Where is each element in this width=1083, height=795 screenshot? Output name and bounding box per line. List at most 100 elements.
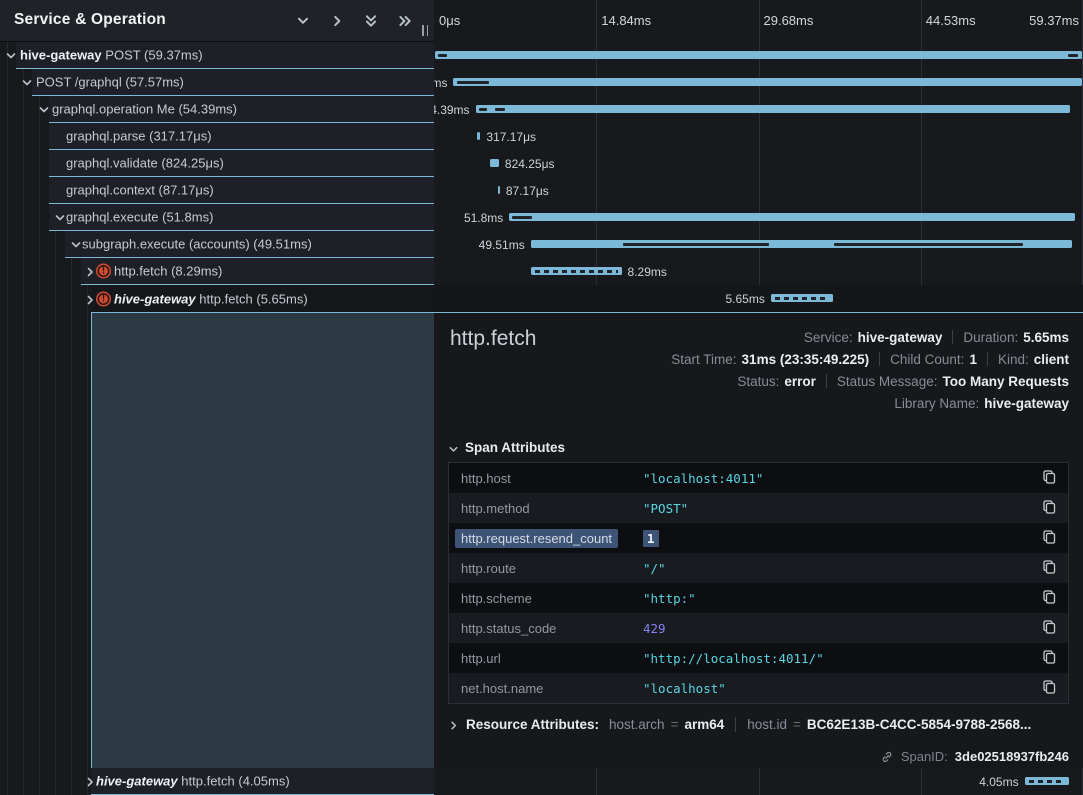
copy-icon[interactable] xyxy=(1040,679,1058,697)
meta-line: Status:errorStatus Message:Too Many Requ… xyxy=(671,370,1069,392)
child-span-mark xyxy=(623,243,769,246)
divider xyxy=(826,374,827,388)
copy-icon[interactable] xyxy=(1040,649,1058,667)
chevron-down-icon xyxy=(448,442,459,453)
meta-label: Kind: xyxy=(998,352,1029,367)
double-chevron-down-icon[interactable] xyxy=(364,14,378,28)
copy-icon[interactable] xyxy=(1040,559,1058,577)
child-span-mark xyxy=(1068,54,1078,57)
copy-icon[interactable] xyxy=(1040,469,1058,487)
copy-icon[interactable] xyxy=(1040,499,1058,517)
chevron-right-icon[interactable] xyxy=(84,265,96,277)
span-bar[interactable] xyxy=(498,186,500,194)
span-bar[interactable] xyxy=(477,132,481,140)
tree-row[interactable]: hive-gateway http.fetch (4.05ms) xyxy=(91,768,434,795)
timeline-row[interactable]: 59.37ms xyxy=(434,42,1083,69)
attribute-value-text: "localhost:4011" xyxy=(643,471,763,486)
tree-row[interactable]: graphql.validate (824.25μs) xyxy=(49,150,434,177)
child-span-mark xyxy=(479,108,488,111)
span-bar[interactable] xyxy=(476,105,1070,113)
chevron-down-icon[interactable] xyxy=(296,14,310,28)
chevron-down-icon[interactable] xyxy=(21,76,33,88)
timeline-row[interactable]: 317.17μs xyxy=(434,123,1083,150)
resource-key: host.id xyxy=(747,717,787,732)
duration-label: 4.05ms xyxy=(979,775,1018,789)
attribute-value: 429 xyxy=(643,621,1040,636)
chevron-down-icon[interactable] xyxy=(38,103,50,115)
timeline-row[interactable]: 824.25μs xyxy=(434,150,1083,177)
timeline-row[interactable]: 51.8ms xyxy=(434,204,1083,231)
span-bar[interactable] xyxy=(531,240,1072,248)
span-attributes-header[interactable]: Span Attributes xyxy=(448,440,565,455)
attribute-row[interactable]: http.method"POST" xyxy=(449,493,1068,523)
span-bar[interactable] xyxy=(1025,777,1070,785)
divider xyxy=(952,330,953,344)
chevron-right-icon[interactable] xyxy=(84,293,96,305)
span-label: subgraph.execute (accounts) (49.51ms) xyxy=(82,237,312,252)
span-label: http.fetch (8.29ms) xyxy=(114,264,222,279)
chevron-down-icon[interactable] xyxy=(70,238,82,250)
operation-label: subgraph.execute (accounts) (49.51ms) xyxy=(82,237,312,252)
copy-icon[interactable] xyxy=(1040,619,1058,637)
attribute-row[interactable]: http.request.resend_count1 xyxy=(449,523,1068,553)
tree-row[interactable]: hive-gateway POST (59.37ms) xyxy=(16,42,434,69)
panel-resize-handle[interactable] xyxy=(419,25,431,37)
tree-row[interactable]: graphql.parse (317.17μs) xyxy=(49,123,434,150)
link-icon[interactable] xyxy=(880,750,894,764)
equals-sign: = xyxy=(671,717,679,732)
attribute-key: http.scheme xyxy=(461,591,643,606)
timeline-row[interactable]: 5.65ms xyxy=(434,285,1083,312)
attribute-row[interactable]: http.url"http://localhost:4011/" xyxy=(449,643,1068,673)
span-bar[interactable] xyxy=(435,51,1082,59)
span-bar[interactable] xyxy=(509,213,1075,221)
attribute-key: http.method xyxy=(461,501,643,516)
span-id-row: SpanID: 3de02518937fb246 xyxy=(880,749,1069,764)
timeline-panel: 0μs14.84ms29.68ms44.53ms59.37ms 59.37ms5… xyxy=(434,0,1083,795)
attribute-key: http.route xyxy=(461,561,643,576)
tree-row[interactable]: graphql.operation Me (54.39ms) xyxy=(49,96,434,123)
tree-row[interactable]: graphql.context (87.17μs) xyxy=(49,177,434,204)
timeline-row[interactable]: 49.51ms xyxy=(434,231,1083,258)
child-span-mark xyxy=(834,243,1023,246)
chevron-down-icon[interactable] xyxy=(5,49,17,61)
duration-label: 8.29ms xyxy=(628,265,667,279)
error-icon: ! xyxy=(96,291,111,306)
timeline-header: 0μs14.84ms29.68ms44.53ms59.37ms xyxy=(434,0,1083,42)
timeline-row[interactable]: 8.29ms xyxy=(434,258,1083,285)
span-bar[interactable] xyxy=(490,159,499,167)
tree-row[interactable]: subgraph.execute (accounts) (49.51ms) xyxy=(65,231,434,258)
indent-guide xyxy=(23,42,24,795)
timeline-row[interactable]: 4.05ms xyxy=(434,768,1083,795)
resource-attributes-items: host.arch=arm64host.id=BC62E13B-C4CC-585… xyxy=(609,717,1031,732)
attribute-row[interactable]: net.host.name"localhost" xyxy=(449,673,1068,703)
chevron-right-icon[interactable] xyxy=(330,14,344,28)
meta-value: error xyxy=(784,374,816,389)
copy-icon[interactable] xyxy=(1040,589,1058,607)
tree-row[interactable]: !hive-gateway http.fetch (5.65ms) xyxy=(91,285,434,312)
tree-row[interactable]: !http.fetch (8.29ms) xyxy=(81,258,434,285)
resource-attributes-label: Resource Attributes: xyxy=(466,717,599,732)
span-bar[interactable] xyxy=(531,267,622,275)
attribute-row[interactable]: http.host"localhost:4011" xyxy=(449,463,1068,493)
chevron-down-icon[interactable] xyxy=(54,211,66,223)
copy-icon[interactable] xyxy=(1040,529,1058,547)
chevron-right-icon[interactable] xyxy=(84,775,96,787)
resource-attributes-row[interactable]: Resource Attributes: host.arch=arm64host… xyxy=(448,717,1031,732)
meta-value: 31ms (23:35:49.225) xyxy=(742,352,870,367)
timeline-row[interactable]: 54.39ms xyxy=(434,96,1083,123)
chevron-right-icon xyxy=(448,719,459,730)
duration-label: 824.25μs xyxy=(505,157,555,171)
attribute-row[interactable]: http.route"/" xyxy=(449,553,1068,583)
timeline-row[interactable]: 87.17μs xyxy=(434,177,1083,204)
span-bar[interactable] xyxy=(453,78,1082,86)
meta-label: Service: xyxy=(804,330,853,345)
double-chevron-right-icon[interactable] xyxy=(398,14,412,28)
attribute-row[interactable]: http.scheme"http:" xyxy=(449,583,1068,613)
equals-sign: = xyxy=(793,717,801,732)
tree-row[interactable]: graphql.execute (51.8ms) xyxy=(49,204,434,231)
span-bar[interactable] xyxy=(771,294,833,302)
timeline-row[interactable]: 57.57ms xyxy=(434,69,1083,96)
attribute-row[interactable]: http.status_code429 xyxy=(449,613,1068,643)
operation-label: graphql.context (87.17μs) xyxy=(66,183,214,198)
tree-row[interactable]: POST /graphql (57.57ms) xyxy=(32,69,434,96)
